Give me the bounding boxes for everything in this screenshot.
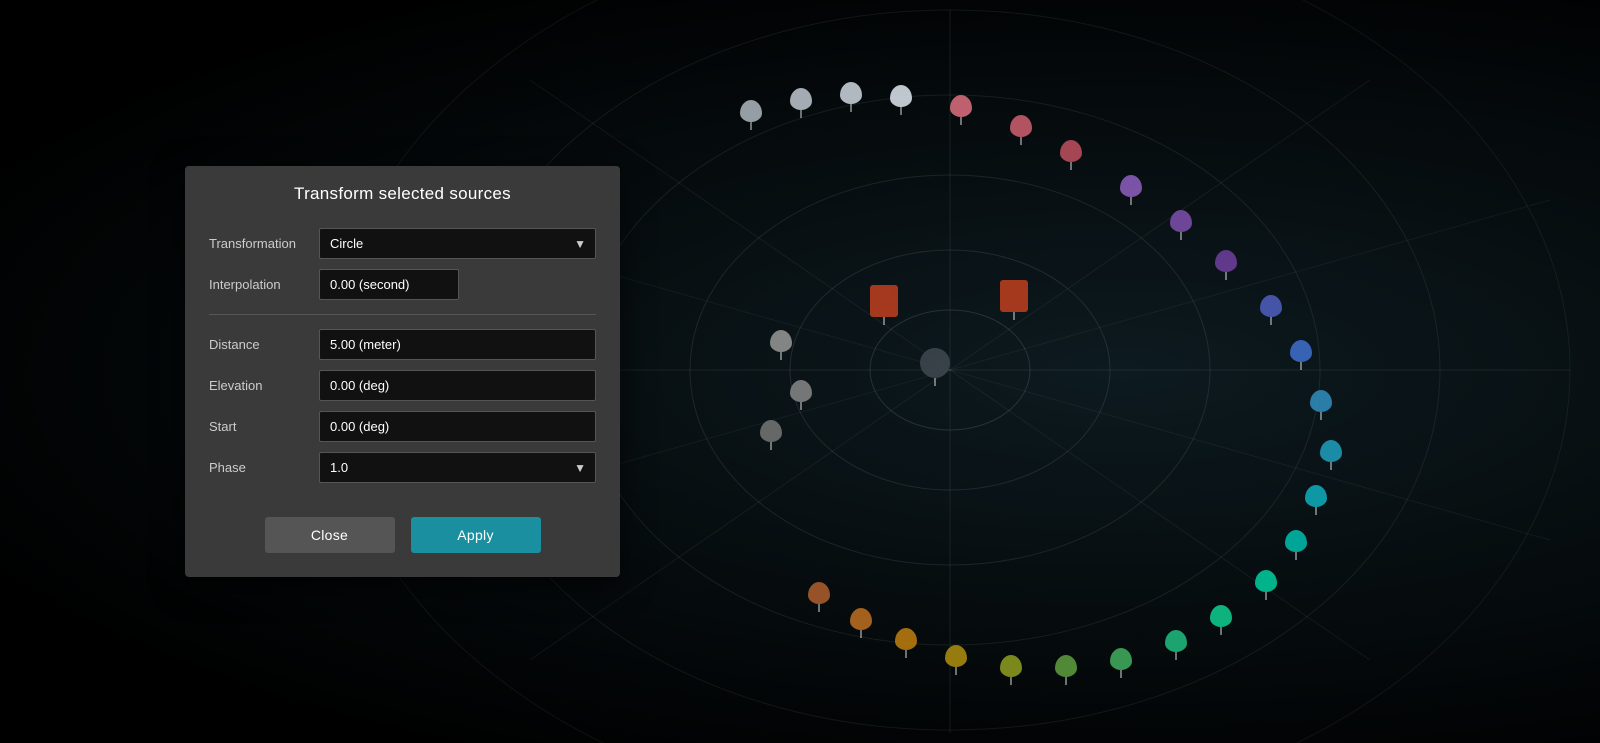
start-input[interactable] [319, 411, 596, 442]
transformation-label: Transformation [209, 236, 319, 251]
interpolation-input[interactable] [319, 269, 459, 300]
distance-input[interactable] [319, 329, 596, 360]
modal-header: Transform selected sources [185, 166, 620, 220]
interpolation-label: Interpolation [209, 277, 319, 292]
phase-select-wrapper: 1.0 0.5 0.25 2.0 ▼ [319, 452, 596, 483]
modal-title: Transform selected sources [209, 184, 596, 204]
apply-button[interactable]: Apply [411, 517, 541, 553]
close-button[interactable]: Close [265, 517, 395, 553]
transformation-select[interactable]: Circle Line Grid Sphere [319, 228, 596, 259]
elevation-label: Elevation [209, 378, 319, 393]
divider [209, 314, 596, 315]
start-label: Start [209, 419, 319, 434]
start-row: Start [209, 411, 596, 442]
transformation-select-wrapper: Circle Line Grid Sphere ▼ [319, 228, 596, 259]
elevation-row: Elevation [209, 370, 596, 401]
modal-body: Transformation Circle Line Grid Sphere ▼… [185, 220, 620, 509]
phase-label: Phase [209, 460, 319, 475]
modal-overlay: Transform selected sources Transformatio… [0, 0, 1600, 743]
phase-select[interactable]: 1.0 0.5 0.25 2.0 [319, 452, 596, 483]
distance-row: Distance [209, 329, 596, 360]
transformation-row: Transformation Circle Line Grid Sphere ▼ [209, 228, 596, 259]
interpolation-row: Interpolation [209, 269, 596, 300]
transform-modal: Transform selected sources Transformatio… [185, 166, 620, 577]
modal-footer: Close Apply [185, 509, 620, 553]
distance-label: Distance [209, 337, 319, 352]
elevation-input[interactable] [319, 370, 596, 401]
phase-row: Phase 1.0 0.5 0.25 2.0 ▼ [209, 452, 596, 483]
